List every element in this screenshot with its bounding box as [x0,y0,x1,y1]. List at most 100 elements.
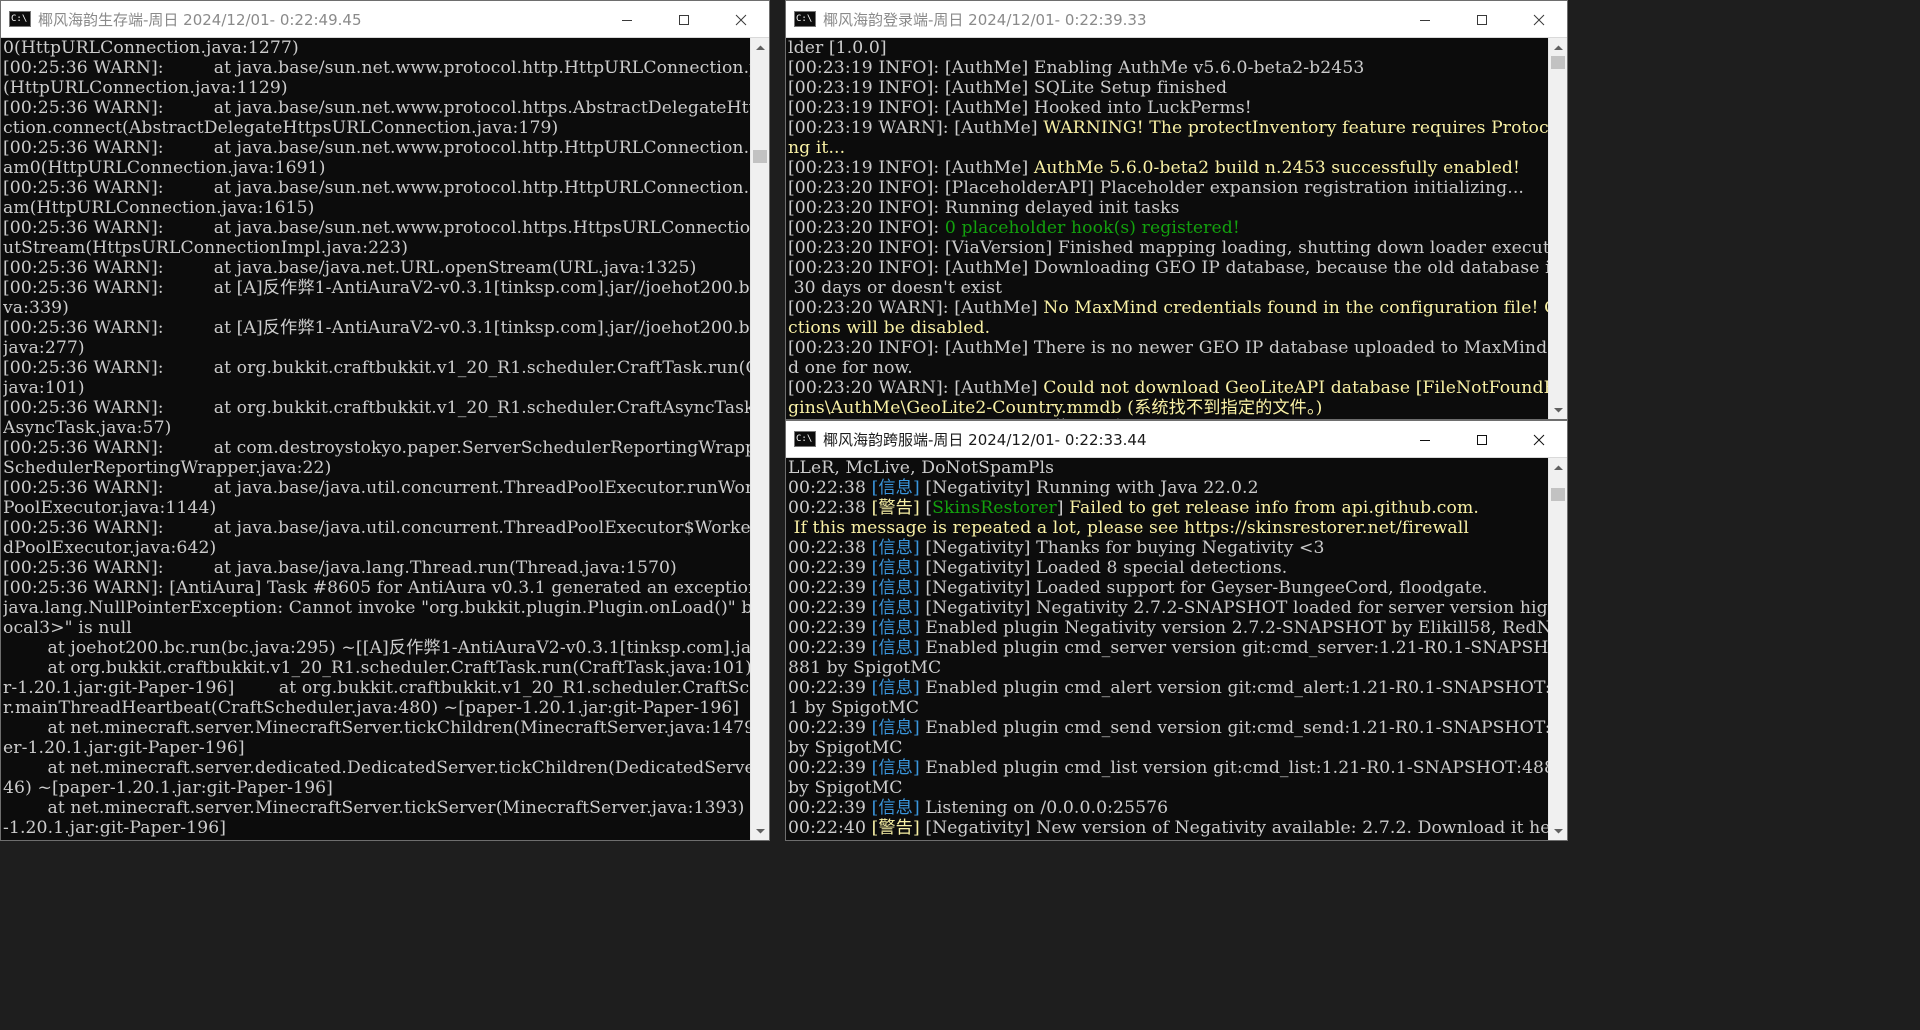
console-line-segment: 881 by SpigotMC [788,658,942,678]
console-window-login[interactable]: C:\ 椰风海韵登录端-周日 2024/12/01- 0:22:39.33 ld… [785,0,1568,420]
console-line-segment: [信息] [871,798,920,818]
close-button[interactable] [1510,421,1567,458]
scrollbar-thumb[interactable] [1551,56,1565,69]
console-line: [00:25:36 WARN]: at java.base/java.lang.… [3,558,750,578]
console-line-segment: gins\AuthMe\GeoLite2-Country.mmdb (系统找不到… [788,398,1323,418]
console-output-area[interactable]: 0(HttpURLConnection.java:1277) [00:25:36 … [1,38,769,840]
console-line-segment: 0 placeholder hook(s) registered! [944,218,1240,238]
console-line: 881 by SpigotMC [788,658,1548,678]
console-line: at org.bukkit.craftbukkit.v1_20_R1.sched… [3,658,751,678]
maximize-button[interactable] [1453,421,1510,458]
console-line-segment: (HttpURLConnection.java:1129) [3,78,288,98]
maximize-button[interactable] [655,1,712,38]
title-bar[interactable]: C:\ 椰风海韵登录端-周日 2024/12/01- 0:22:39.33 [786,1,1567,38]
console-line-segment: am0(HttpURLConnection.java:1691) [3,158,326,178]
console-line-segment: ] [1056,498,1070,518]
console-line: [00:23:20 INFO]: [PlaceholderAPI] Placeh… [788,178,1548,198]
console-line-segment: [00:25:36 WARN]: at org.bukkit.craftbukk… [3,358,750,378]
console-log: LLeR, McLive, DoNotSpamPls 00:22:38 [信息] … [786,458,1548,840]
console-line: [00:25:36 WARN]: at com.destroystokyo.pa… [3,438,750,458]
minimize-button[interactable] [1396,421,1453,458]
vertical-scrollbar[interactable] [750,38,769,840]
console-line-segment: java:101) [3,378,85,398]
console-line-segment: [00:23:20 INFO]: [AuthMe] There is no ne… [788,338,1548,358]
console-line: [00:25:36 WARN]: at java.base/sun.net.ww… [3,218,750,238]
console-line-segment: 00:22:39 [788,638,872,658]
console-line-segment: [Negativity] Thanks for buying Negativit… [919,538,1325,558]
console-line: 00:22:39 [信息] Enabled plugin cmd_alert v… [788,678,1548,698]
console-line-segment: If this message is repeated a lot, pleas… [788,518,1469,538]
console-line: [00:23:20 WARN]: [AuthMe] Could not down… [788,378,1548,398]
close-icon [1533,434,1544,445]
title-bar[interactable]: C:\ 椰风海韵生存端-周日 2024/12/01- 0:22:49.45 [1,1,769,38]
console-window-survival[interactable]: C:\ 椰风海韵生存端-周日 2024/12/01- 0:22:49.45 0(… [0,0,770,841]
vertical-scrollbar[interactable] [1548,458,1567,840]
vertical-scrollbar[interactable] [1548,38,1567,419]
console-line-segment: SkinsRestorer [932,498,1057,518]
console-line-segment: 00:22:39 [788,758,872,778]
console-line: at net.minecraft.server.MinecraftServer.… [3,718,751,738]
console-line-segment: [信息] [871,558,920,578]
minimize-button[interactable] [1396,1,1453,38]
scroll-down-arrow-icon[interactable] [751,821,769,840]
console-line: 00:22:39 [信息] Listening on /0.0.0.0:2557… [788,798,1548,818]
console-line: er-1.20.1.jar:git-Paper-196] [3,738,750,758]
console-line-segment: at org.bukkit.craftbukkit.v1_20_R1.sched… [3,658,751,678]
scroll-down-arrow-icon[interactable] [1549,400,1567,419]
console-line: ction.connect(AbstractDelegateHttpsURLCo… [3,118,750,138]
console-log: 0(HttpURLConnection.java:1277) [00:25:36 … [1,38,750,840]
console-line-segment: [信息] [871,578,920,598]
console-line-segment: [00:25:36 WARN]: at java.base/java.util.… [3,518,750,538]
console-line-segment: Enabled plugin cmd_alert version git:cmd… [925,678,1548,698]
console-line: by SpigotMC [788,738,1548,758]
console-line-segment: 00:22:39 [788,598,872,618]
console-line-segment: er-1.20.1.jar:git-Paper-196] [3,738,245,758]
console-line: r-1.20.1.jar:git-Paper-196] at org.bukki… [3,678,750,698]
console-line-segment: [00:25:36 WARN]: at java.base/sun.net.ww… [3,178,750,198]
console-line: 00:22:39 [信息] [Negativity] Loaded suppor… [788,578,1548,598]
console-line: 46) ~[paper-1.20.1.jar:git-Paper-196] [3,778,750,798]
console-line-segment: lder [1.0.0] [788,38,887,58]
console-line-segment: 00:22:39 [788,578,872,598]
scroll-up-arrow-icon[interactable] [751,38,769,57]
console-line: (HttpURLConnection.java:1129) [3,78,750,98]
console-line: [00:25:36 WARN]: at java.base/sun.net.ww… [3,138,750,158]
console-line-segment: 00:22:39 [788,558,872,578]
console-line: d one for now. [788,358,1548,378]
scroll-down-arrow-icon[interactable] [1549,821,1567,840]
scrollbar-thumb[interactable] [753,150,767,163]
command-prompt-icon: C:\ [794,431,816,447]
scrollbar-thumb[interactable] [1551,488,1565,501]
scroll-up-arrow-icon[interactable] [1549,458,1567,477]
console-line-segment: 00:22:38 [788,478,872,498]
console-line-segment: 00:22:40 [788,818,872,838]
scroll-up-arrow-icon[interactable] [1549,38,1567,57]
console-line-segment: [00:25:36 WARN]: at java.base/sun.net.ww… [3,58,750,78]
console-line-segment: utStream(HttpsURLConnectionImpl.java:223… [3,238,409,258]
console-line-segment: java:277) [3,338,85,358]
console-line-segment: ction.connect(AbstractDelegateHttpsURLCo… [3,118,559,138]
console-line: If this message is repeated a lot, pleas… [788,518,1548,538]
title-bar[interactable]: C:\ 椰风海韵跨服端-周日 2024/12/01- 0:22:33.44 [786,421,1567,458]
console-line: 00:22:38 [信息] [Negativity] Running with … [788,478,1548,498]
console-line-segment: 46) ~[paper-1.20.1.jar:git-Paper-196] [3,778,333,798]
console-output-area[interactable]: lder [1.0.0] [00:23:19 INFO]: [AuthMe] En… [786,38,1567,419]
minimize-button[interactable] [598,1,655,38]
console-line: r.mainThreadHeartbeat(CraftScheduler.jav… [3,698,750,718]
console-output-area[interactable]: LLeR, McLive, DoNotSpamPls 00:22:38 [信息] … [786,458,1567,840]
close-button[interactable] [712,1,769,38]
maximize-button[interactable] [1453,1,1510,38]
console-line-segment: at net.minecraft.server.MinecraftServer.… [3,798,751,818]
console-line-segment: [警告] [871,498,920,518]
console-window-proxy[interactable]: C:\ 椰风海韵跨服端-周日 2024/12/01- 0:22:33.44 LL… [785,420,1568,841]
console-line-segment: at joehot200.bc.run(bc.java:295) ~[[A]反作… [3,638,751,658]
console-line: 00:22:39 [信息] Enabled plugin Negativity … [788,618,1548,638]
console-line: PoolExecutor.java:1144) [3,498,750,518]
console-line-segment: [00:25:36 WARN]: at [A]反作弊1-AntiAuraV2-v… [3,318,750,338]
command-prompt-icon: C:\ [9,11,31,27]
console-line-segment: [00:23:20 INFO]: [ViaVersion] Finished m… [788,238,1548,258]
console-line-segment: ctions will be disabled. [788,318,991,338]
console-line-segment: [00:25:36 WARN]: at java.base/sun.net.ww… [3,138,750,158]
close-button[interactable] [1510,1,1567,38]
console-line: LLeR, McLive, DoNotSpamPls [788,458,1548,478]
